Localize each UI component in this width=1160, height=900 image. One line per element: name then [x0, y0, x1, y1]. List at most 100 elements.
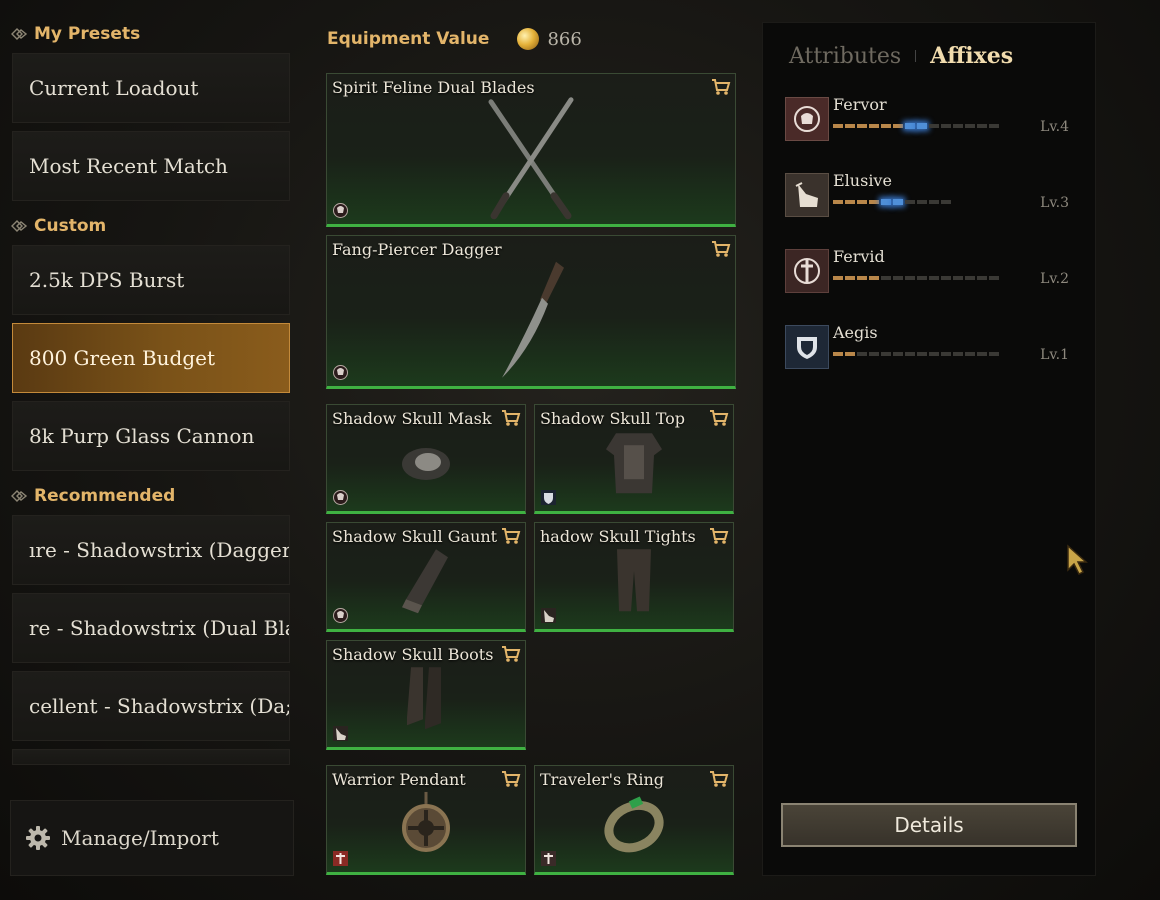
- equipment-card-weapon-2[interactable]: Fang-Piercer Dagger: [326, 235, 736, 389]
- item-name: Traveler's Ring: [540, 770, 665, 789]
- affix-level-bar: [833, 351, 999, 357]
- affix-bar-segment: [905, 200, 915, 204]
- preset-label: Most Recent Match: [29, 154, 228, 178]
- preset-8k-purp-glass-cannon[interactable]: 8k Purp Glass Cannon: [12, 401, 290, 471]
- my-presets-label: My Presets: [34, 24, 141, 44]
- item-name: hadow Skull Tights: [540, 527, 696, 546]
- affix-bar-segment: [917, 200, 927, 204]
- diamond-icon: [11, 220, 28, 232]
- affix-bar-segment: [857, 352, 867, 356]
- preset-current-loadout[interactable]: Current Loadout: [12, 53, 290, 123]
- cart-icon[interactable]: [711, 240, 731, 258]
- cart-icon[interactable]: [709, 409, 729, 427]
- shield-icon: [785, 325, 829, 369]
- affix-bar-segment: [989, 352, 999, 356]
- item-name: Shadow Skull Mask: [332, 409, 492, 428]
- affix-bar-segment: [965, 352, 975, 356]
- coin-icon: [517, 28, 540, 50]
- fervid-icon: [332, 850, 349, 867]
- preset-recommended-3[interactable]: cellent - Shadowstrix (Da;: [12, 671, 290, 741]
- affix-bar-segment: [965, 276, 975, 280]
- preset-800-green-budget[interactable]: 800 Green Budget: [12, 323, 290, 393]
- affix-row-elusive[interactable]: Elusive Lv.3: [785, 171, 1075, 219]
- affix-row-aegis[interactable]: Aegis Lv.1: [785, 323, 1075, 371]
- affix-row-fervor[interactable]: Fervor Lv.4: [785, 95, 1075, 143]
- affix-bar-segment: [857, 200, 867, 204]
- affix-bar-segment: [953, 276, 963, 280]
- details-button[interactable]: Details: [781, 803, 1077, 847]
- affix-row-fervid[interactable]: Fervid Lv.2: [785, 247, 1075, 295]
- tab-attributes[interactable]: Attributes: [789, 44, 901, 69]
- fervor-icon: [332, 489, 349, 506]
- affix-bar-segment: [833, 200, 843, 204]
- preset-label: ıre - Shadowstrix (Dagger: [29, 538, 290, 562]
- panel-tabs: Attributes Affixes: [789, 43, 1013, 69]
- cart-icon[interactable]: [501, 527, 521, 545]
- equipment-card-head[interactable]: Shadow Skull Mask: [326, 404, 526, 514]
- equipment-card-weapon-1[interactable]: Spirit Feline Dual Blades: [326, 73, 736, 227]
- affix-bar-segment: [881, 124, 891, 128]
- gauntlet-image: [402, 549, 448, 614]
- affix-level-bar: [833, 199, 951, 205]
- recommended-header: Recommended: [10, 486, 175, 506]
- item-name: Shadow Skull Boots: [332, 645, 494, 664]
- affix-bar-segment: [989, 276, 999, 280]
- sword-icon: [785, 249, 829, 293]
- preset-recommended-1[interactable]: ıre - Shadowstrix (Dagger: [12, 515, 290, 585]
- equipment-card-chest[interactable]: Shadow Skull Top: [534, 404, 734, 514]
- affix-panel: Attributes Affixes Fervor Lv.4 Elusive L…: [762, 22, 1096, 876]
- preset-label: 2.5k DPS Burst: [29, 268, 185, 292]
- cart-icon[interactable]: [501, 645, 521, 663]
- dagger-image: [502, 261, 564, 378]
- preset-2-5k-dps-burst[interactable]: 2.5k DPS Burst: [12, 245, 290, 315]
- tab-affixes[interactable]: Affixes: [930, 43, 1013, 69]
- item-name: Shadow Skull Top: [540, 409, 686, 428]
- custom-label: Custom: [34, 216, 107, 236]
- affix-bar-segment: [965, 124, 975, 128]
- cart-icon[interactable]: [709, 527, 729, 545]
- preset-recommended-2[interactable]: re - Shadowstrix (Dual Bla: [12, 593, 290, 663]
- cart-icon[interactable]: [501, 409, 521, 427]
- cart-icon[interactable]: [709, 770, 729, 788]
- equipment-card-ring[interactable]: Traveler's Ring: [534, 765, 734, 875]
- affix-bar-segment: [881, 199, 891, 205]
- affix-bar-segment: [881, 276, 891, 280]
- affix-bar-segment: [917, 123, 927, 129]
- preset-most-recent-match[interactable]: Most Recent Match: [12, 131, 290, 201]
- preset-label: cellent - Shadowstrix (Da;: [29, 694, 290, 718]
- gear-icon: [26, 826, 50, 850]
- preset-recommended-4-partial[interactable]: [12, 749, 290, 765]
- affix-bar-segment: [905, 352, 915, 356]
- affix-bar-segment: [845, 124, 855, 128]
- affix-bar-segment: [893, 352, 903, 356]
- cart-icon[interactable]: [711, 78, 731, 96]
- recommended-label: Recommended: [34, 486, 176, 506]
- affix-bar-segment: [977, 124, 987, 128]
- affix-bar-segment: [941, 124, 951, 128]
- affix-bar-segment: [941, 276, 951, 280]
- affix-bar-segment: [845, 352, 855, 356]
- equipment-card-neck[interactable]: Warrior Pendant: [326, 765, 526, 875]
- affix-bar-segment: [857, 124, 867, 128]
- my-presets-header: My Presets: [10, 24, 140, 44]
- affix-bar-segment: [833, 124, 843, 128]
- cart-icon[interactable]: [501, 770, 521, 788]
- preset-label: re - Shadowstrix (Dual Bla: [29, 616, 290, 640]
- affix-bar-segment: [929, 276, 939, 280]
- equipment-card-hands[interactable]: Shadow Skull Gaunt: [326, 522, 526, 632]
- affix-bar-segment: [833, 352, 843, 356]
- fist-icon: [785, 97, 829, 141]
- affix-bar-segment: [953, 352, 963, 356]
- elusive-icon: [332, 725, 349, 742]
- equipment-card-feet[interactable]: Shadow Skull Boots: [326, 640, 526, 750]
- mask-image: [402, 448, 450, 480]
- manage-import-button[interactable]: Manage/Import: [10, 800, 294, 876]
- affix-name: Elusive: [833, 171, 892, 190]
- affix-level-bar: [833, 275, 999, 281]
- custom-header: Custom: [10, 216, 106, 236]
- affix-bar-segment: [941, 352, 951, 356]
- preset-label: 8k Purp Glass Cannon: [29, 424, 255, 448]
- affix-bar-segment: [869, 200, 879, 204]
- equipment-value: 866: [547, 28, 582, 50]
- equipment-card-legs[interactable]: hadow Skull Tights: [534, 522, 734, 632]
